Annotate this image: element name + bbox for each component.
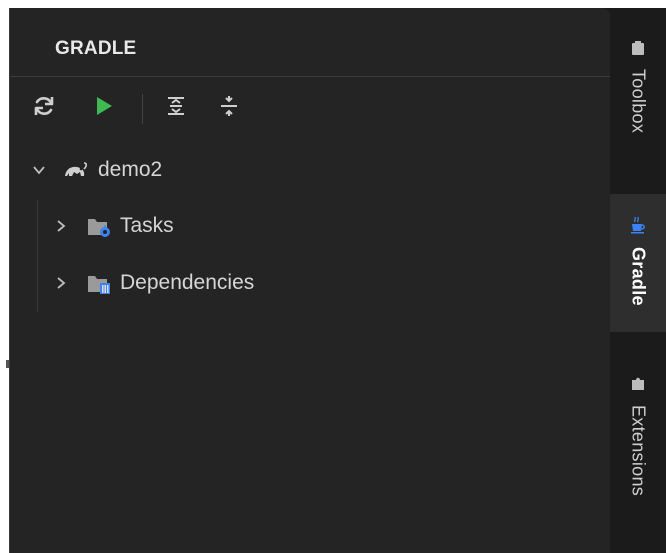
- tree-item-tasks[interactable]: Tasks: [50, 206, 174, 246]
- refresh-button[interactable]: [30, 94, 58, 122]
- chevron-down-icon: [28, 163, 50, 177]
- tab-label: Extensions: [628, 405, 649, 497]
- tab-label: Gradle: [628, 247, 649, 306]
- toolbox-icon: [630, 40, 646, 61]
- right-activity-bar: Toolbox Gradle Extensions: [610, 8, 666, 553]
- toolbar: [10, 80, 611, 136]
- tab-label: Toolbox: [628, 69, 649, 134]
- tasks-folder-icon: [86, 215, 112, 237]
- toolbar-separator: [142, 94, 143, 124]
- gradle-elephant-icon: [62, 160, 88, 180]
- gradle-coffee-icon: [629, 216, 647, 239]
- tree-item-label: Dependencies: [120, 271, 255, 294]
- collapse-all-button[interactable]: [215, 94, 243, 122]
- tab-toolbox[interactable]: Toolbox: [610, 28, 666, 183]
- tree-root-row[interactable]: demo2: [28, 150, 162, 190]
- chevron-right-icon: [50, 276, 72, 290]
- tab-gradle[interactable]: Gradle: [610, 194, 666, 332]
- panel-title: GRADLE: [55, 38, 137, 59]
- tab-extensions[interactable]: Extensions: [610, 366, 666, 536]
- tree-item-dependencies[interactable]: Dependencies: [50, 263, 254, 303]
- expand-all-button[interactable]: [162, 94, 190, 122]
- refresh-icon: [32, 94, 56, 123]
- panel-header: GRADLE: [10, 8, 611, 77]
- gradle-panel: GRADLE demo2 Tasks Dependencies: [9, 8, 611, 553]
- tree-indent-guide: [37, 200, 38, 312]
- dependencies-folder-icon: [86, 272, 112, 294]
- collapse-all-icon: [218, 95, 240, 122]
- tree-root-label: demo2: [98, 158, 163, 181]
- tree-item-label: Tasks: [120, 214, 174, 237]
- chevron-right-icon: [50, 219, 72, 233]
- play-icon: [94, 95, 114, 122]
- run-button[interactable]: [90, 94, 118, 122]
- extensions-icon: [629, 374, 647, 397]
- expand-all-icon: [165, 95, 187, 122]
